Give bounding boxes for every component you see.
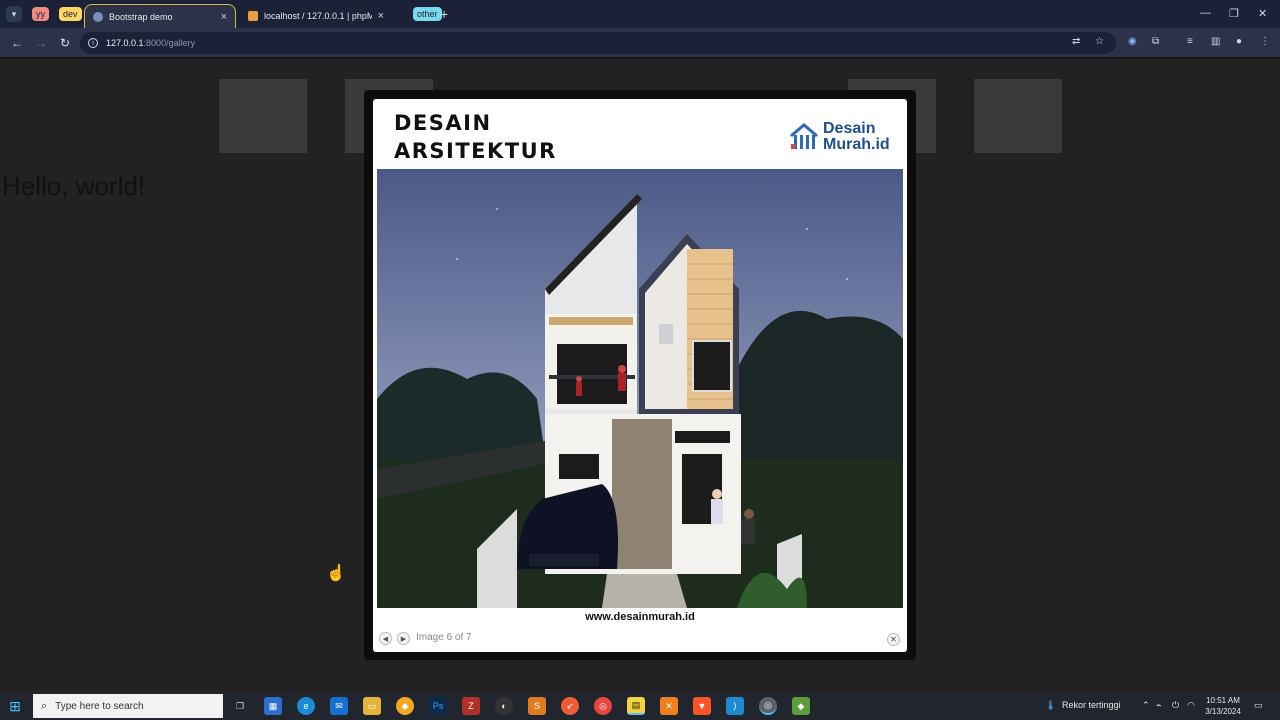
reload-button[interactable]: ↻	[58, 36, 72, 50]
forward-button[interactable]: →	[34, 36, 48, 50]
minimize-button[interactable]: —	[1200, 7, 1211, 19]
weather-text[interactable]: Rekor tertinggi	[1062, 700, 1121, 710]
power-icon[interactable]: ⏻	[1172, 700, 1179, 711]
wifi-icon[interactable]: ◠	[1187, 700, 1195, 711]
chrome-menu-icon[interactable]: ⋮	[1260, 36, 1270, 47]
photoshop-icon[interactable]: Ps	[429, 697, 447, 715]
url-host: 127.0.0.1	[106, 38, 144, 48]
clock-time: 10:51 AM	[1206, 696, 1240, 705]
address-bar[interactable]: i 127.0.0.1:8000/gallery	[80, 32, 1116, 54]
brand-line: Desain	[823, 120, 876, 137]
close-icon[interactable]: ×	[221, 11, 227, 23]
poster-title-line: ARSITEKTUR	[394, 139, 557, 163]
github-desktop-icon[interactable]: ◐	[495, 697, 513, 715]
website-caption: www.desainmurah.id	[585, 611, 695, 623]
taskbar-search-box[interactable]: ⌕ Type here to search	[33, 694, 223, 718]
phpmyadmin-icon	[248, 11, 258, 21]
chrome-active-icon[interactable]: ◎	[759, 697, 777, 715]
house-render-image	[377, 169, 903, 608]
vscode-icon[interactable]: ⟩	[726, 697, 744, 715]
sublime-text-icon[interactable]: S	[528, 697, 546, 715]
file-explorer-icon[interactable]: ▭	[363, 697, 381, 715]
lightbox-next-button[interactable]: ▶	[397, 632, 410, 645]
tab-group-dev[interactable]: dev	[59, 7, 82, 21]
media-controls-icon[interactable]: ≡	[1187, 36, 1193, 47]
postman-icon[interactable]: ➶	[561, 697, 579, 715]
lightbox: DESAIN ARSITEKTUR Desain Murah.id www.de…	[373, 99, 907, 652]
lightbox-close-button[interactable]: ✕	[887, 633, 900, 646]
thermometer-icon: 🌡	[1045, 700, 1057, 710]
mail-icon[interactable]: ✉	[330, 697, 348, 715]
brand-line: Murah.id	[823, 136, 890, 153]
task-view-icon[interactable]: ❐	[231, 697, 249, 715]
microsoft-store-icon[interactable]: ▦	[264, 697, 282, 715]
tab-bootstrap-demo[interactable]: Bootstrap demo ×	[84, 4, 236, 28]
image-counter: Image 6 of 7	[416, 632, 472, 643]
lightbox-prev-button[interactable]: ◀	[379, 632, 392, 645]
close-icon[interactable]: ×	[378, 10, 384, 22]
taskbar-clock[interactable]: 10:51 AM 3/13/2024	[1200, 695, 1246, 717]
close-icon: ✕	[890, 635, 897, 644]
globe-icon	[93, 11, 103, 22]
taskbar-search-placeholder: Type here to search	[55, 700, 144, 712]
tab-label: Bootstrap demo	[109, 11, 173, 22]
notification-icon[interactable]: ▭	[1254, 700, 1263, 711]
window-close-button[interactable]: ✕	[1258, 7, 1267, 20]
extension-circle-icon[interactable]: ◉	[1128, 36, 1137, 47]
filezilla-icon[interactable]: Z	[462, 697, 480, 715]
sticky-notes-icon[interactable]: ▤	[627, 697, 645, 715]
browser-toolbar: ← → ↻ i 127.0.0.1:8000/gallery	[0, 28, 1280, 58]
brave-icon[interactable]: ▼	[693, 697, 711, 715]
arrow-left-icon: ◀	[382, 635, 389, 643]
page-heading: Hello, world!	[2, 171, 146, 201]
arrow-right-icon: ▶	[400, 635, 407, 643]
poster-title-line: DESAIN	[394, 111, 492, 135]
clock-date: 3/13/2024	[1205, 707, 1241, 716]
side-panel-icon[interactable]: ▥	[1211, 36, 1220, 47]
translate-icon[interactable]: ⇄	[1072, 36, 1080, 47]
chrome-icon[interactable]: ◎	[594, 697, 612, 715]
tray-chevron-icon[interactable]: ⌃	[1142, 700, 1150, 711]
tab-group-other[interactable]: other	[413, 7, 442, 21]
brand-logo: Desain Murah.id	[789, 121, 890, 153]
site-info-icon[interactable]: i	[88, 38, 98, 48]
brand-name: Desain Murah.id	[823, 121, 890, 153]
poster-title: DESAIN ARSITEKTUR	[394, 109, 557, 165]
profile-avatar-icon[interactable]: ●	[1236, 36, 1242, 47]
tab-phpmyadmin[interactable]: localhost / 127.0.0.1 | phpMyAdmin ×	[240, 4, 392, 28]
hand-cursor-icon: ☝	[326, 565, 346, 582]
windows-start-button[interactable]: ⊞	[0, 692, 30, 720]
extensions-puzzle-icon[interactable]: ⧉	[1152, 36, 1159, 47]
new-tab-button[interactable]: +	[440, 6, 448, 22]
gallery-thumbnail[interactable]	[219, 79, 307, 153]
network-icon[interactable]: ⌁	[1156, 700, 1161, 711]
xampp-icon[interactable]: ✕	[660, 697, 678, 715]
search-icon: ⌕	[41, 699, 48, 712]
back-button[interactable]: ←	[10, 36, 24, 50]
url-path: :8000/gallery	[143, 38, 196, 48]
restore-button[interactable]: ❐	[1229, 7, 1239, 20]
tab-search-button[interactable]: ▾	[6, 6, 22, 22]
house-logo-icon	[790, 123, 818, 149]
edge-icon[interactable]: e	[297, 697, 315, 715]
gallery-thumbnail[interactable]	[974, 79, 1062, 153]
bookmark-star-icon[interactable]: ☆	[1095, 36, 1104, 47]
app-diamond-icon[interactable]: ◆	[396, 697, 414, 715]
git-icon[interactable]: ◆	[792, 697, 810, 715]
tab-group-yy[interactable]: yy	[32, 7, 49, 21]
tab-label: localhost / 127.0.0.1 | phpMyAdmin	[264, 11, 372, 21]
